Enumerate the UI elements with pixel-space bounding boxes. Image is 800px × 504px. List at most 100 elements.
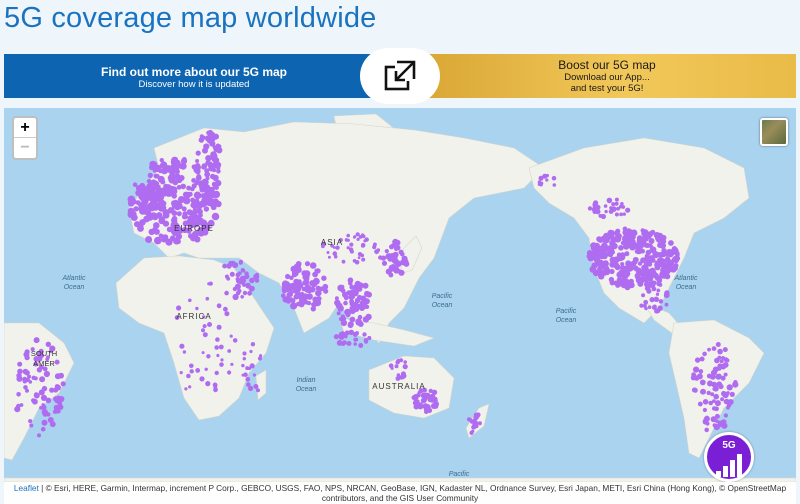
zoom-control: + − xyxy=(12,116,38,160)
attribution-text: | © Esri, HERE, Garmin, Intermap, increm… xyxy=(38,483,787,503)
coverage-dot xyxy=(363,239,367,243)
coverage-dot xyxy=(702,407,708,413)
coverage-dot xyxy=(665,268,671,274)
coverage-dot xyxy=(188,298,192,303)
basemap-layer-button[interactable] xyxy=(760,118,788,146)
coverage-dot xyxy=(302,280,308,286)
label-atlantic-right-1: Atlantic xyxy=(674,275,698,282)
coverage-dot xyxy=(392,251,399,258)
coverage-dot xyxy=(340,314,345,319)
find-out-more-banner[interactable]: Find out more about our 5G map Discover … xyxy=(4,54,384,98)
coverage-dot xyxy=(711,346,717,351)
coverage-dot xyxy=(432,396,438,402)
coverage-dot xyxy=(54,384,60,389)
coverage-dot xyxy=(43,370,51,378)
coverage-dot xyxy=(551,175,557,181)
coverage-dot xyxy=(717,348,723,355)
coverage-dot xyxy=(361,234,366,239)
coverage-dot xyxy=(702,399,709,405)
coverage-dot xyxy=(224,290,229,296)
coverage-dot xyxy=(53,408,59,414)
coverage-dot xyxy=(203,206,210,212)
coverage-dot xyxy=(49,387,55,393)
coverage-dot xyxy=(356,237,360,241)
coverage-dot xyxy=(663,292,670,299)
signal-bars-icon xyxy=(716,454,742,477)
coverage-dot xyxy=(41,419,48,426)
coverage-dot xyxy=(290,302,298,310)
coverage-dot xyxy=(374,249,379,255)
coverage-dot xyxy=(402,364,408,370)
coverage-dot xyxy=(642,303,647,308)
coverage-dot xyxy=(241,282,247,287)
coverage-dot xyxy=(140,194,147,201)
coverage-dot xyxy=(430,403,437,409)
coverage-dot xyxy=(704,427,709,433)
coverage-dot xyxy=(341,259,346,264)
coverage-dot xyxy=(698,369,704,374)
zoom-out-button[interactable]: − xyxy=(14,138,36,158)
coverage-dot xyxy=(171,217,177,224)
coverage-dot xyxy=(186,373,191,379)
coverage-dot xyxy=(242,351,247,356)
coverage-dot xyxy=(55,395,62,401)
coverage-dot xyxy=(353,331,358,337)
coverage-dot xyxy=(691,372,696,378)
coverage-dot xyxy=(647,305,652,309)
coverage-dot xyxy=(655,292,660,296)
coverage-dot xyxy=(216,169,221,174)
coverage-dot xyxy=(188,385,192,389)
coverage-dot xyxy=(248,385,254,391)
coverage-dot xyxy=(694,357,701,363)
coverage-dot xyxy=(650,281,656,287)
coverage-dot xyxy=(224,311,230,317)
coverage-dot xyxy=(173,173,179,180)
coverage-dot xyxy=(592,202,597,207)
coverage-dot xyxy=(365,313,372,321)
coverage-dot xyxy=(215,143,220,148)
coverage-dot xyxy=(17,368,23,375)
coverage-dot xyxy=(603,236,610,244)
coverage-dot xyxy=(326,251,330,254)
coverage-dot xyxy=(398,249,404,255)
coverage-dot xyxy=(640,228,645,233)
coverage-dot xyxy=(156,187,164,195)
coverage-dot xyxy=(428,388,433,394)
coverage-dot xyxy=(660,252,667,258)
zoom-in-button[interactable]: + xyxy=(14,118,36,138)
coverage-dot xyxy=(216,353,220,358)
coverage-dot xyxy=(333,334,339,340)
coverage-map[interactable]: EUROPE ASIA AFRICA AUSTRALIA SOUTH AMER … xyxy=(4,108,796,482)
coverage-dot xyxy=(315,300,321,307)
coverage-dot xyxy=(609,240,616,247)
5g-badge[interactable]: 5G xyxy=(704,432,754,482)
coverage-dot xyxy=(293,294,299,300)
leaflet-link[interactable]: Leaflet xyxy=(14,483,39,493)
boost-map-banner[interactable]: Boost our 5G map Download our App... and… xyxy=(418,54,796,98)
coverage-dot xyxy=(214,370,219,376)
coverage-dot xyxy=(216,303,222,309)
coverage-dot xyxy=(357,321,364,327)
coverage-dot xyxy=(245,376,251,382)
coverage-dot xyxy=(604,209,608,214)
label-australia: AUSTRALIA xyxy=(372,382,425,391)
coverage-dot xyxy=(202,147,208,154)
label-africa: AFRICA xyxy=(176,312,211,321)
coverage-dot xyxy=(174,169,180,175)
coverage-dot xyxy=(223,306,228,312)
label-europe: EUROPE xyxy=(174,224,214,233)
coverage-dot xyxy=(167,175,173,181)
coverage-dot xyxy=(152,226,158,232)
coverage-dot xyxy=(649,246,657,254)
coverage-dot xyxy=(229,271,235,277)
coverage-dot xyxy=(593,256,600,263)
coverage-dot xyxy=(349,284,355,290)
coverage-dot xyxy=(350,294,355,299)
label-pacific-1b: Ocean xyxy=(432,302,453,309)
coverage-dot xyxy=(591,262,598,269)
banner: Find out more about our 5G map Discover … xyxy=(4,48,796,104)
coverage-dot xyxy=(614,230,620,237)
coverage-dot xyxy=(389,244,394,250)
expand-button[interactable] xyxy=(360,48,440,104)
coverage-dot xyxy=(301,286,307,292)
